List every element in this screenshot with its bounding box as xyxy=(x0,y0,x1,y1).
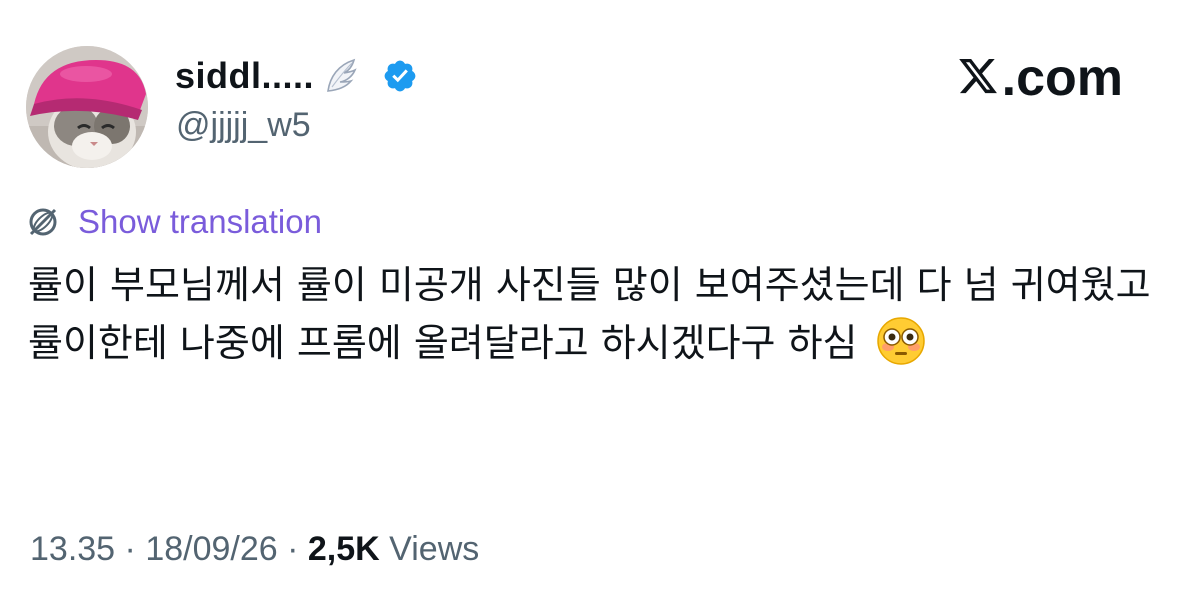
meta-separator: · xyxy=(115,530,146,568)
globe-icon xyxy=(26,205,60,239)
tweet-text: 률이 부모님께서 률이 미공개 사진들 많이 보여주셨는데 다 넘 귀여웠고 률… xyxy=(28,256,1158,372)
show-translation-label[interactable]: Show translation xyxy=(78,203,322,241)
author-name-row[interactable]: siddl..... xyxy=(175,52,418,100)
brand-domain-text: .com xyxy=(1001,49,1123,107)
avatar[interactable] xyxy=(26,46,148,168)
author-handle[interactable]: @jjjjj_w5 xyxy=(176,106,311,145)
tweet-date[interactable]: 18/09/26 xyxy=(145,530,277,569)
verified-badge-icon xyxy=(382,58,418,94)
brand-logo[interactable]: .com xyxy=(956,46,1123,110)
cat-avatar-image xyxy=(26,46,148,168)
tweet-time[interactable]: 13.35 xyxy=(30,530,115,569)
wing-icon xyxy=(324,57,358,95)
meta-separator: · xyxy=(277,530,308,568)
x-logo-icon xyxy=(956,46,1000,110)
flushed-face-icon xyxy=(876,316,926,366)
show-translation-button[interactable]: Show translation xyxy=(26,200,322,244)
views-count[interactable]: 2,5K xyxy=(308,530,380,569)
tweet-meta: 13.35 · 18/09/26 · 2,5K Views xyxy=(30,530,479,569)
tweet-text-content: 률이 부모님께서 률이 미공개 사진들 많이 보여주셨는데 다 넘 귀여웠고 률… xyxy=(28,263,1151,365)
author-display-name[interactable]: siddl..... xyxy=(175,55,314,97)
views-label: Views xyxy=(379,530,480,568)
